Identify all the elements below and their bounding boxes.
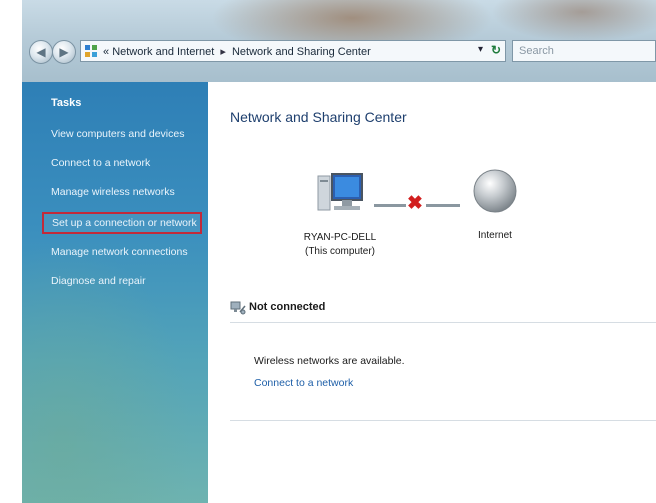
network-folder-icon bbox=[85, 45, 97, 57]
forward-arrow-icon: ▶ bbox=[59, 45, 69, 59]
sidebar-item-manage-connections[interactable]: Manage network connections bbox=[51, 246, 188, 258]
tasks-sidebar: Tasks View computers and devices Connect… bbox=[22, 82, 208, 503]
sidebar-item-diagnose-repair[interactable]: Diagnose and repair bbox=[51, 275, 146, 287]
network-sharing-center-window: ◀ ▶ « Network and Internet ▸ Network and… bbox=[22, 0, 656, 503]
breadcrumb-network-sharing-center[interactable]: Network and Sharing Center bbox=[232, 46, 371, 58]
main-content: Network and Sharing Center ✖ RYAN-PC-DEL… bbox=[208, 82, 656, 503]
forward-button[interactable]: ▶ bbox=[52, 40, 76, 64]
window-chrome: ◀ ▶ « Network and Internet ▸ Network and… bbox=[22, 0, 656, 83]
sidebar-item-connect-network[interactable]: Connect to a network bbox=[51, 157, 150, 169]
page-title: Network and Sharing Center bbox=[230, 109, 407, 125]
breadcrumb: « Network and Internet ▸ Network and Sha… bbox=[103, 45, 371, 58]
refresh-icon[interactable]: ↻ bbox=[491, 43, 501, 57]
breadcrumb-overflow[interactable]: « bbox=[103, 46, 109, 58]
disconnected-x-icon[interactable]: ✖ bbox=[407, 192, 423, 215]
breadcrumb-network-internet[interactable]: Network and Internet bbox=[112, 46, 214, 58]
network-status-icon bbox=[230, 301, 246, 315]
sidebar-title: Tasks bbox=[51, 97, 82, 109]
connection-status-row: Not connected bbox=[230, 298, 656, 320]
breadcrumb-separator[interactable]: ▸ bbox=[217, 46, 229, 58]
sidebar-item-view-computers[interactable]: View computers and devices bbox=[51, 128, 184, 140]
connection-line-internet bbox=[426, 204, 460, 207]
computer-name-label: RYAN-PC-DELL bbox=[303, 232, 377, 243]
section-divider-bottom bbox=[230, 420, 656, 421]
section-divider bbox=[230, 322, 656, 323]
chevron-down-icon[interactable]: ▾ bbox=[478, 44, 483, 55]
internet-label: Internet bbox=[478, 230, 512, 241]
wireless-available-message: Wireless networks are available. bbox=[254, 355, 405, 367]
back-arrow-icon: ◀ bbox=[36, 45, 46, 59]
search-input[interactable]: Search bbox=[512, 40, 656, 62]
back-button[interactable]: ◀ bbox=[29, 40, 53, 64]
internet-globe-icon[interactable] bbox=[472, 168, 518, 214]
address-bar[interactable]: « Network and Internet ▸ Network and Sha… bbox=[80, 40, 506, 62]
connect-to-network-link[interactable]: Connect to a network bbox=[254, 377, 353, 389]
sidebar-item-manage-wireless[interactable]: Manage wireless networks bbox=[51, 186, 175, 198]
status-text: Not connected bbox=[249, 301, 326, 313]
computer-subtitle-label: (This computer) bbox=[304, 246, 375, 257]
sidebar-item-setup-connection[interactable]: Set up a connection or network bbox=[42, 212, 202, 234]
connection-line-local bbox=[374, 204, 406, 207]
computer-icon[interactable] bbox=[316, 170, 366, 220]
